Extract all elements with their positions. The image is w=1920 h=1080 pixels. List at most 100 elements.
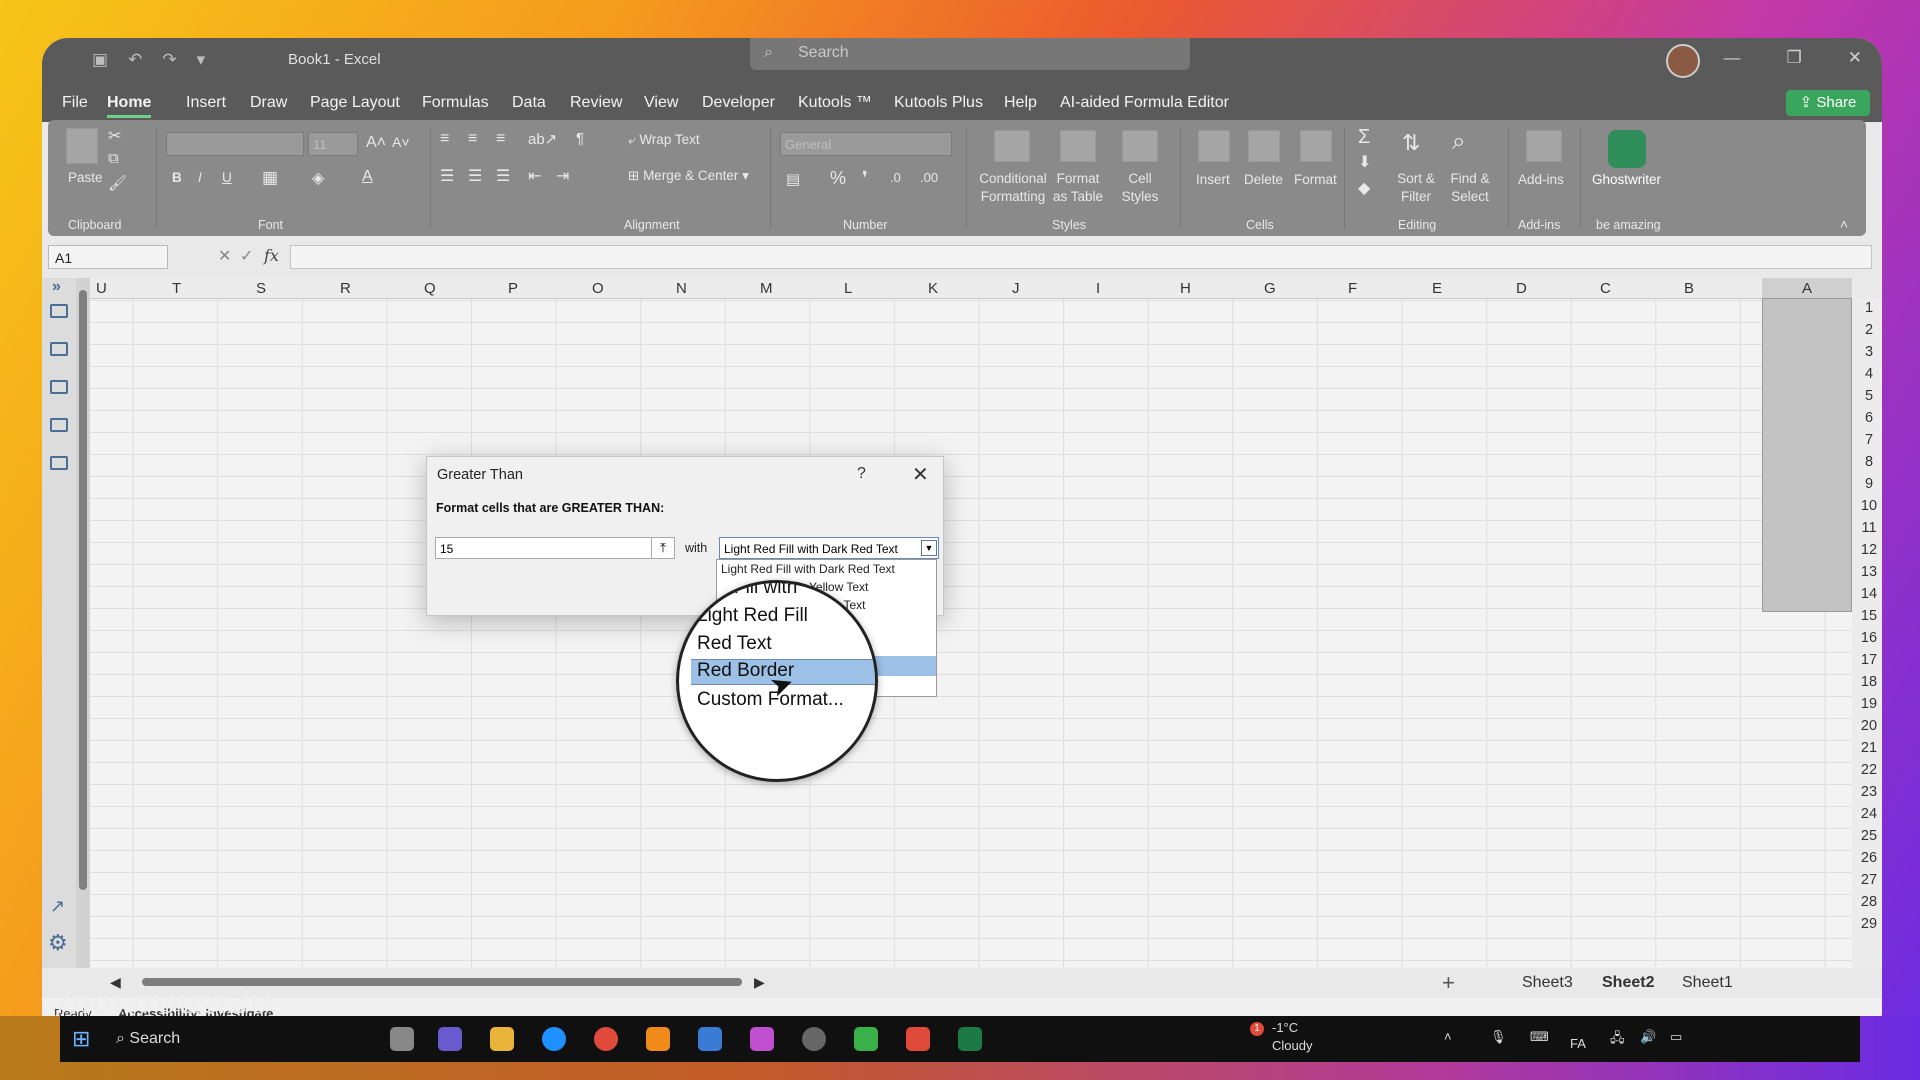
number-format-combo[interactable]: General <box>780 132 952 156</box>
row-header[interactable]: 19 <box>1852 696 1882 712</box>
fill-icon[interactable]: ⬇ <box>1358 152 1371 172</box>
row-header[interactable]: 4 <box>1852 366 1882 382</box>
cell-grid[interactable] <box>90 278 1852 968</box>
row-header[interactable]: 17 <box>1852 652 1882 668</box>
save-icon[interactable]: ▣ <box>92 50 108 70</box>
row-header[interactable]: 9 <box>1852 476 1882 492</box>
task-view-icon[interactable] <box>390 1027 414 1051</box>
file-explorer-icon[interactable] <box>490 1027 514 1051</box>
borders-icon[interactable]: ▦ <box>262 168 278 188</box>
row-header[interactable]: 15 <box>1852 608 1882 624</box>
row-header[interactable]: 27 <box>1852 872 1882 888</box>
col-header[interactable]: H <box>1180 280 1191 297</box>
list-item[interactable]: Light Red Fill with Dark Red Text <box>721 562 895 576</box>
row-header[interactable]: 14 <box>1852 586 1882 602</box>
row-header[interactable]: 20 <box>1852 718 1882 734</box>
tab-help[interactable]: Help <box>1004 94 1037 112</box>
panel-icon-4[interactable] <box>50 418 68 432</box>
format-select[interactable]: Light Red Fill with Dark Red Text <box>719 537 939 559</box>
delete-cells-button[interactable]: Delete <box>1244 172 1283 187</box>
sheet-tab-sheet2[interactable]: Sheet2 <box>1602 974 1654 992</box>
expand-panel-icon[interactable]: » <box>52 278 61 296</box>
row-header[interactable]: 29 <box>1852 916 1882 932</box>
teams-icon[interactable] <box>438 1027 462 1051</box>
row-header[interactable]: 16 <box>1852 630 1882 646</box>
tab-formulas[interactable]: Formulas <box>422 94 489 112</box>
delete-cells-icon[interactable] <box>1248 130 1280 162</box>
align-top-icon[interactable]: ≡ <box>440 130 449 148</box>
sheet-tab-sheet1[interactable]: Sheet1 <box>1682 974 1733 992</box>
network-icon[interactable]: 🖧 <box>1610 1029 1625 1051</box>
volume-icon[interactable]: 🔊 <box>1640 1029 1656 1045</box>
col-header[interactable]: M <box>760 280 773 297</box>
microphone-icon[interactable]: 🎙 <box>1490 1029 1507 1045</box>
bold-icon[interactable]: B <box>172 170 182 185</box>
help-button[interactable]: ? <box>857 465 866 483</box>
find-select-button[interactable]: Find & Select <box>1444 170 1496 206</box>
align-middle-icon[interactable]: ≡ <box>468 130 477 148</box>
col-header[interactable]: T <box>172 280 181 297</box>
customize-qat-icon[interactable]: ▾ <box>197 50 206 70</box>
start-icon[interactable]: ⊞ <box>72 1026 90 1052</box>
col-header[interactable]: E <box>1432 280 1442 297</box>
col-header[interactable]: S <box>256 280 266 297</box>
increase-font-icon[interactable]: A˄ <box>366 134 386 152</box>
sort-filter-button[interactable]: Sort & Filter <box>1392 170 1440 206</box>
panel-icon-3[interactable] <box>50 380 68 394</box>
font-color-icon[interactable]: A <box>362 168 373 186</box>
chrome-icon[interactable] <box>594 1027 618 1051</box>
fill-color-icon[interactable]: ◈ <box>312 168 324 188</box>
clear-icon[interactable]: ◆ <box>1358 178 1370 198</box>
format-painter-icon[interactable]: 🖌 <box>108 174 127 192</box>
add-sheet-icon[interactable]: + <box>1442 970 1455 996</box>
paste-icon[interactable] <box>66 128 98 164</box>
add-ins-button[interactable]: Add-ins <box>1518 172 1564 187</box>
tab-view[interactable]: View <box>644 94 678 112</box>
decrease-decimal-icon[interactable]: .00 <box>920 170 938 185</box>
tab-page-layout[interactable]: Page Layout <box>310 94 400 112</box>
row-header[interactable]: 7 <box>1852 432 1882 448</box>
minimize-icon[interactable]: — <box>1724 48 1741 68</box>
row-header[interactable]: 24 <box>1852 806 1882 822</box>
row-header[interactable]: 6 <box>1852 410 1882 426</box>
tab-developer[interactable]: Developer <box>702 94 775 112</box>
collapse-ribbon-icon[interactable]: ˄ <box>1840 216 1848 232</box>
scroll-thumb[interactable] <box>79 290 87 890</box>
align-right-icon[interactable]: ☰ <box>496 166 510 186</box>
conditional-formatting-button[interactable]: Conditional Formatting <box>976 170 1050 206</box>
app-icon[interactable] <box>854 1027 878 1051</box>
close-window-icon[interactable]: ✕ <box>1848 48 1862 68</box>
row-header[interactable]: 1 <box>1852 300 1882 316</box>
panel-icon-2[interactable] <box>50 342 68 356</box>
tab-data[interactable]: Data <box>512 94 546 112</box>
app-icon[interactable] <box>906 1027 930 1051</box>
format-cells-icon[interactable] <box>1300 130 1332 162</box>
col-header[interactable]: J <box>1012 280 1020 297</box>
increase-indent-icon[interactable]: ⇥ <box>556 166 569 186</box>
language-indicator[interactable]: FA <box>1570 1036 1586 1051</box>
user-avatar[interactable] <box>1666 44 1700 78</box>
format-as-table-button[interactable]: Format as Table <box>1048 170 1108 206</box>
row-header[interactable]: 10 <box>1852 498 1882 514</box>
italic-icon[interactable]: I <box>198 170 202 185</box>
col-header[interactable]: D <box>1516 280 1527 297</box>
conditional-formatting-icon[interactable] <box>994 130 1030 162</box>
edge-icon[interactable] <box>542 1027 566 1051</box>
redo-icon[interactable]: ↷ <box>162 50 176 70</box>
text-direction-icon[interactable]: ¶ <box>576 130 584 147</box>
row-header[interactable]: 28 <box>1852 894 1882 910</box>
name-box[interactable]: A1 <box>48 245 168 269</box>
col-header[interactable]: K <box>928 280 938 297</box>
font-size-combo[interactable]: 11 <box>308 132 358 156</box>
row-header[interactable]: 21 <box>1852 740 1882 756</box>
increase-decimal-icon[interactable]: .0 <box>890 170 901 185</box>
cell-styles-icon[interactable] <box>1122 130 1158 162</box>
decrease-indent-icon[interactable]: ⇤ <box>528 166 541 186</box>
panel-icon-1[interactable] <box>50 304 68 318</box>
cut-icon[interactable]: ✂ <box>108 126 121 146</box>
orientation-icon[interactable]: ab↗ <box>528 130 557 148</box>
cancel-icon[interactable]: ✕ <box>218 246 231 266</box>
row-header[interactable]: 5 <box>1852 388 1882 404</box>
sheet-tab-sheet3[interactable]: Sheet3 <box>1522 974 1573 992</box>
row-header[interactable]: 26 <box>1852 850 1882 866</box>
